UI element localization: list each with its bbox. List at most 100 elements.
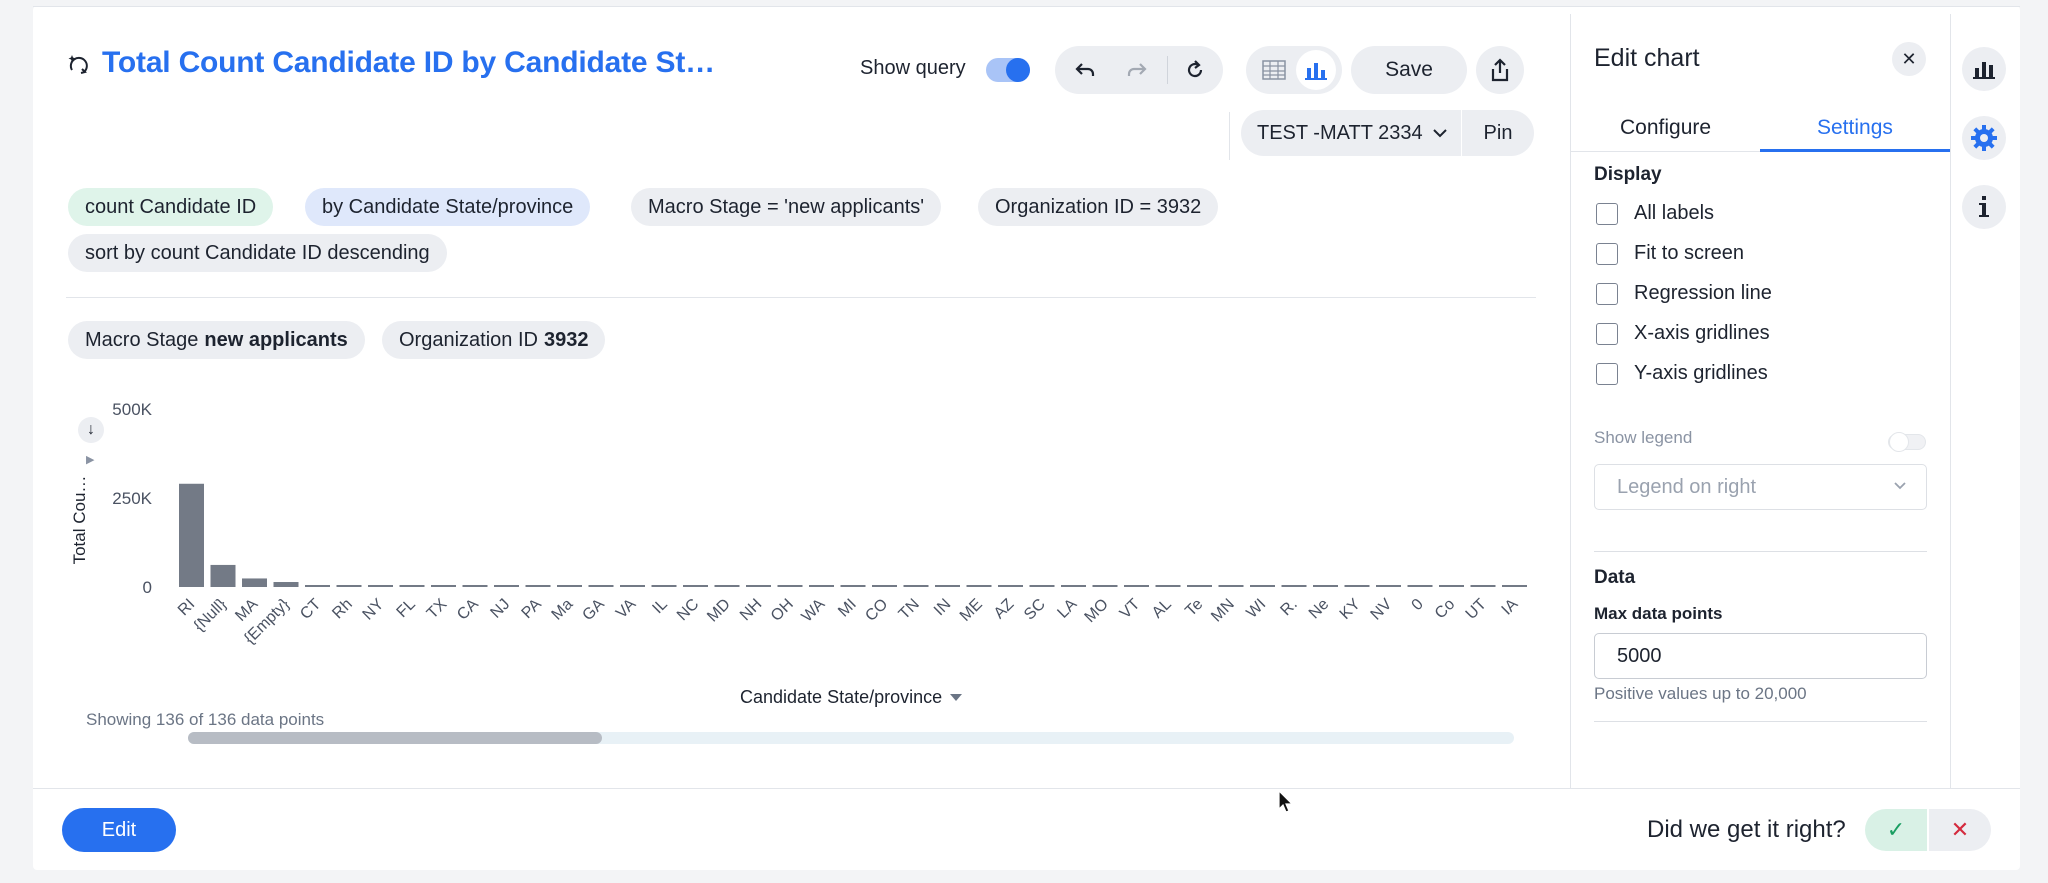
max-points-label: Max data points: [1594, 604, 1723, 623]
feedback-question: Did we get it right?: [1647, 816, 1846, 843]
chip-filter-stage[interactable]: Macro Stage = 'new applicants': [631, 188, 942, 226]
answer-title[interactable]: Total Count Candidate ID by Candidate St…: [102, 46, 715, 80]
rail-chart-button[interactable]: [1962, 47, 2006, 91]
filter-stage-pill[interactable]: Macro Stage new applicants: [68, 321, 365, 359]
bar: [746, 585, 771, 587]
option-all-labels[interactable]: All labels: [1596, 202, 1714, 225]
bar: [1470, 585, 1496, 587]
chip-filter-org[interactable]: Organization ID = 3932: [978, 188, 1219, 226]
edit-button[interactable]: Edit: [62, 808, 176, 852]
legend-position-select[interactable]: Legend on right: [1594, 464, 1927, 510]
share-button[interactable]: [1476, 46, 1524, 94]
bar: [1124, 585, 1149, 587]
bar: [1439, 585, 1464, 587]
bar: [1155, 585, 1181, 587]
filter-org-pill[interactable]: Organization ID 3932: [382, 321, 606, 359]
panel-border: [1950, 14, 1951, 788]
option-label: Y-axis gridlines: [1634, 362, 1768, 384]
bar: [714, 585, 740, 587]
bar-chart-icon: [1305, 63, 1327, 80]
gear-icon: [1971, 125, 1997, 151]
worksheet-name: TEST -MATT 2334: [1257, 121, 1423, 144]
reset-button[interactable]: [1169, 46, 1221, 94]
y-tick-label: 500K: [112, 400, 152, 419]
bar: [557, 585, 582, 587]
toggle-knob: [1889, 432, 1909, 452]
option-label: Regression line: [1634, 282, 1772, 304]
option-y-gridlines[interactable]: Y-axis gridlines: [1596, 362, 1768, 385]
x-tick-label: RI: [175, 596, 198, 619]
checkbox[interactable]: [1596, 322, 1618, 345]
x-tick-label: NH: [737, 596, 765, 624]
bar: [903, 585, 929, 587]
x-tick-label: Rh: [329, 596, 355, 622]
history-controls: [1055, 46, 1223, 94]
option-regression-line[interactable]: Regression line: [1596, 282, 1772, 305]
x-tick-label: KY: [1337, 596, 1364, 623]
close-panel-button[interactable]: ✕: [1892, 42, 1926, 76]
bar: [399, 585, 425, 587]
show-legend-toggle[interactable]: [1888, 432, 1926, 452]
option-fit-to-screen[interactable]: Fit to screen: [1596, 242, 1744, 265]
feedback-no-button[interactable]: ✕: [1929, 809, 1991, 851]
x-tick-label: MN: [1208, 596, 1238, 626]
bar: [998, 585, 1023, 587]
filter-org-label: Organization ID: [399, 328, 538, 351]
separator: [1167, 56, 1168, 84]
undo-icon: [1075, 63, 1095, 76]
bar: [1502, 585, 1527, 587]
bar: [462, 585, 488, 587]
chart-view-button[interactable]: [1290, 46, 1342, 94]
chip-measure[interactable]: count Candidate ID: [68, 188, 274, 226]
x-tick-label: 0: [1409, 596, 1427, 614]
chip-sort[interactable]: sort by count Candidate ID descending: [68, 234, 447, 272]
save-button[interactable]: Save: [1351, 46, 1467, 94]
active-tab-indicator: [1760, 149, 1950, 152]
undo-button[interactable]: [1059, 46, 1111, 94]
tab-configure[interactable]: Configure: [1620, 116, 1711, 140]
x-tick-label: PA: [519, 596, 546, 623]
rail-settings-button[interactable]: [1962, 116, 2006, 160]
chevron-down-icon: [1432, 129, 1447, 138]
x-tick-label: Te: [1182, 596, 1206, 620]
bar: [840, 585, 866, 587]
pin-button[interactable]: Pin: [1462, 110, 1534, 156]
info-icon: [1979, 196, 1989, 217]
rail-info-button[interactable]: [1962, 185, 2006, 229]
x-tick-label: NJ: [487, 596, 513, 622]
bar: [1313, 585, 1338, 587]
x-tick-label: R.: [1277, 596, 1300, 619]
bar: [1187, 585, 1212, 587]
chip-attribute[interactable]: by Candidate State/province: [305, 188, 591, 226]
x-tick-label: GA: [579, 596, 608, 625]
bar: [651, 585, 677, 587]
checkbox[interactable]: [1596, 362, 1618, 385]
redo-icon: [1127, 63, 1147, 76]
filter-stage-label: Macro Stage: [85, 328, 199, 351]
worksheet-selector[interactable]: TEST -MATT 2334: [1241, 110, 1461, 156]
checkbox[interactable]: [1596, 242, 1618, 265]
bar: [1281, 585, 1307, 587]
feedback-yes-button[interactable]: ✓: [1865, 809, 1927, 851]
x-tick-label: FL: [394, 596, 419, 621]
bar: [777, 585, 803, 587]
bar: [620, 585, 645, 587]
x-tick-label: CT: [297, 596, 324, 623]
top-border: [33, 6, 2020, 7]
chart-scroll-thumb[interactable]: [188, 732, 602, 744]
checkbox[interactable]: [1596, 282, 1618, 305]
bar: [809, 585, 834, 587]
option-x-gridlines[interactable]: X-axis gridlines: [1596, 322, 1770, 345]
x-tick-label: MO: [1082, 596, 1112, 626]
x-tick-label: IL: [649, 596, 671, 618]
max-points-input[interactable]: [1594, 633, 1927, 679]
x-axis-title-button[interactable]: Candidate State/province: [740, 687, 963, 708]
option-label: All labels: [1634, 202, 1715, 224]
redo-button[interactable]: [1111, 46, 1163, 94]
tab-settings[interactable]: Settings: [1817, 116, 1893, 140]
bar: [431, 585, 456, 587]
x-tick-label: NC: [674, 596, 702, 624]
checkbox[interactable]: [1596, 202, 1618, 225]
show-query-toggle[interactable]: [986, 58, 1030, 82]
section-divider: [1594, 721, 1927, 722]
